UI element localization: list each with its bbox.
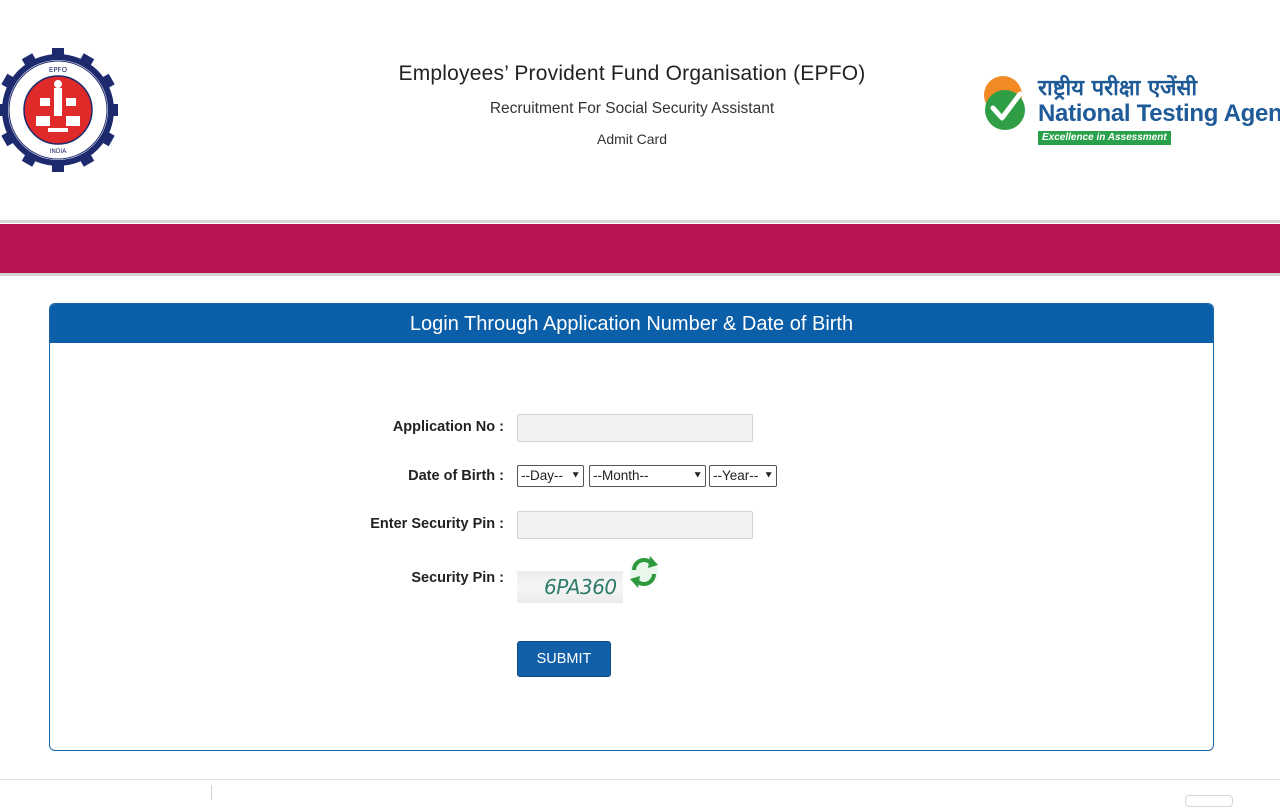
application-no-row: Application No : <box>50 413 1213 443</box>
day-select[interactable]: --Day-- ⯆ <box>517 465 584 487</box>
org-name: Employees’ Provident Fund Organisation (… <box>398 62 866 85</box>
footer-separator <box>211 785 212 800</box>
security-pin-input[interactable] <box>517 511 753 539</box>
recruitment-title: Recruitment For Social Security Assistan… <box>489 100 775 117</box>
dob-row: Date of Birth : --Day-- ⯆ --Month-- ⯆ --… <box>50 464 1213 488</box>
nta-hindi-name: राष्ट्रीय परीक्षा एजेंसी <box>1038 76 1198 101</box>
month-select-value: --Month-- <box>593 468 649 483</box>
footer-element <box>1185 795 1233 807</box>
captcha-text: 6PA360 <box>544 575 617 599</box>
chevron-down-icon: ⯆ <box>764 470 773 482</box>
captcha-row: Security Pin : 6PA360 <box>50 552 1213 604</box>
security-pin-input-row: Enter Security Pin : <box>50 510 1213 540</box>
captcha-image: 6PA360 <box>517 571 623 603</box>
svg-text:INDIA: INDIA <box>50 148 68 155</box>
security-pin-label: Security Pin : <box>411 570 504 586</box>
nta-logo <box>984 76 1025 130</box>
nta-tagline: Excellence in Assessment <box>1038 131 1171 145</box>
header-titles: Employees’ Provident Fund Organisation (… <box>380 62 884 147</box>
svg-text:EPFO: EPFO <box>49 66 68 74</box>
month-select[interactable]: --Month-- ⯆ <box>589 465 706 487</box>
year-select-value: --Year-- <box>713 468 759 483</box>
chevron-down-icon: ⯆ <box>571 470 580 482</box>
submit-button[interactable]: SUBMIT <box>517 641 611 677</box>
login-panel: Login Through Application Number & Date … <box>49 303 1214 751</box>
nta-branding: राष्ट्रीय परीक्षा एजेंसी National Testin… <box>982 72 1280 152</box>
year-select[interactable]: --Year-- ⯆ <box>709 465 777 487</box>
refresh-icon[interactable] <box>628 552 660 592</box>
security-pin-input-label: Enter Security Pin : <box>370 516 504 532</box>
header-band <box>0 224 1280 276</box>
login-panel-title: Login Through Application Number & Date … <box>50 304 1213 343</box>
epfo-logo: EPFO INDIA <box>0 48 118 172</box>
dob-label: Date of Birth : <box>408 468 504 484</box>
day-select-value: --Day-- <box>521 468 563 483</box>
footer-divider <box>0 779 1280 780</box>
site-header: EPFO INDIA Employees’ Provident Fund Org… <box>0 0 1280 223</box>
application-no-input[interactable] <box>517 414 753 442</box>
chevron-down-icon: ⯆ <box>693 470 702 482</box>
nta-english-name: National Testing Agency <box>1038 100 1280 127</box>
application-no-label: Application No : <box>392 419 504 435</box>
page-name: Admit Card <box>596 131 668 147</box>
